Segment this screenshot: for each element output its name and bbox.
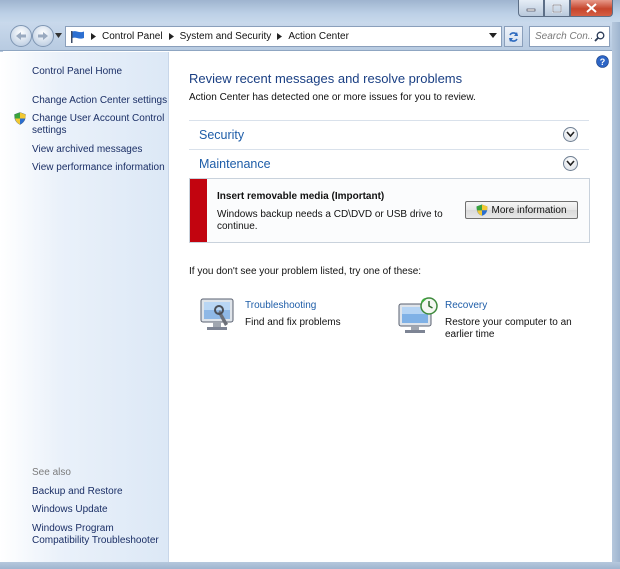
maximize-button[interactable] [544, 0, 570, 17]
breadcrumb-control-panel[interactable]: Control Panel [102, 31, 163, 42]
forward-arrow-icon [38, 32, 48, 40]
address-bar[interactable]: Control Panel System and Security Action… [65, 26, 502, 47]
sidebar: Control Panel Home Change Action Center … [0, 52, 169, 562]
maintenance-alert: Insert removable media (Important) Windo… [189, 178, 590, 243]
close-icon [586, 3, 597, 13]
search-input[interactable] [530, 27, 592, 46]
severity-indicator [190, 179, 207, 242]
breadcrumb-separator-icon [91, 33, 96, 40]
alert-body: Windows backup needs a CD\DVD or USB dri… [217, 209, 443, 232]
breadcrumb-separator-icon [168, 33, 174, 40]
page-title: Review recent messages and resolve probl… [189, 71, 463, 86]
breadcrumb-system-and-security[interactable]: System and Security [180, 31, 272, 42]
window-bottom-border [0, 562, 620, 569]
page-subtitle: Action Center has detected one or more i… [189, 92, 476, 103]
section-title-maintenance: Maintenance [199, 157, 271, 171]
breadcrumb-action-center[interactable]: Action Center [288, 31, 349, 42]
svg-text:?: ? [600, 57, 606, 67]
recovery-link[interactable]: Recovery [445, 300, 487, 311]
sidebar-link-change-action-center-settings[interactable]: Change Action Center settings [32, 95, 167, 107]
chevron-down-icon [566, 160, 575, 167]
sidebar-link-view-performance-information[interactable]: View performance information [32, 162, 165, 174]
control-panel-flag-icon [71, 30, 84, 43]
section-maintenance[interactable]: Maintenance [189, 149, 589, 177]
title-bar [0, 0, 620, 22]
recent-pages-dropdown-icon[interactable] [55, 33, 62, 39]
recovery-description: Restore your computer to an earlier time [445, 317, 572, 340]
try-these-text: If you don't see your problem listed, tr… [189, 266, 422, 277]
maximize-icon [552, 3, 562, 13]
address-dropdown-icon[interactable] [489, 33, 497, 39]
expand-chevron-icon[interactable] [563, 127, 578, 142]
sidebar-link-view-archived-messages[interactable]: View archived messages [32, 144, 142, 156]
back-arrow-icon [16, 32, 26, 40]
see-also-heading: See also [32, 467, 71, 478]
close-button[interactable] [570, 0, 613, 17]
more-information-button[interactable]: More information [465, 201, 578, 219]
troubleshooting-link[interactable]: Troubleshooting [245, 300, 316, 311]
breadcrumb-separator-icon [277, 33, 283, 40]
back-button[interactable] [10, 25, 32, 47]
sidebar-link-backup-and-restore[interactable]: Backup and Restore [32, 486, 123, 498]
chevron-down-icon [566, 131, 575, 138]
section-security[interactable]: Security [189, 120, 589, 148]
forward-button[interactable] [32, 25, 54, 47]
minimize-button[interactable] [518, 0, 544, 17]
minimize-icon [526, 8, 536, 12]
navigation-bar: Control Panel System and Security Action… [0, 22, 620, 51]
refresh-button[interactable] [504, 26, 523, 47]
more-information-label: More information [491, 204, 567, 216]
search-box [529, 26, 610, 47]
sidebar-link-compatibility-troubleshooter[interactable]: Windows Program Compatibility Troublesho… [32, 523, 164, 547]
troubleshooting-icon[interactable] [198, 296, 238, 332]
recovery-icon[interactable] [398, 296, 440, 334]
troubleshooting-description: Find and fix problems [245, 317, 341, 328]
search-icon[interactable] [594, 31, 605, 42]
window-right-border [612, 22, 620, 569]
expand-chevron-icon[interactable] [563, 156, 578, 171]
uac-shield-icon [476, 204, 488, 216]
refresh-icon [509, 31, 518, 42]
section-title-security: Security [199, 128, 245, 142]
alert-title: Insert removable media (Important) [217, 191, 385, 202]
uac-shield-icon [14, 112, 26, 125]
main-content: ? Review recent messages and resolve pro… [170, 52, 612, 562]
sidebar-link-change-uac-settings[interactable]: Change User Account Control settings [32, 113, 167, 137]
help-icon[interactable]: ? [596, 55, 609, 68]
window-controls [518, 0, 613, 17]
sidebar-link-control-panel-home[interactable]: Control Panel Home [32, 66, 122, 78]
sidebar-link-windows-update[interactable]: Windows Update [32, 504, 108, 516]
